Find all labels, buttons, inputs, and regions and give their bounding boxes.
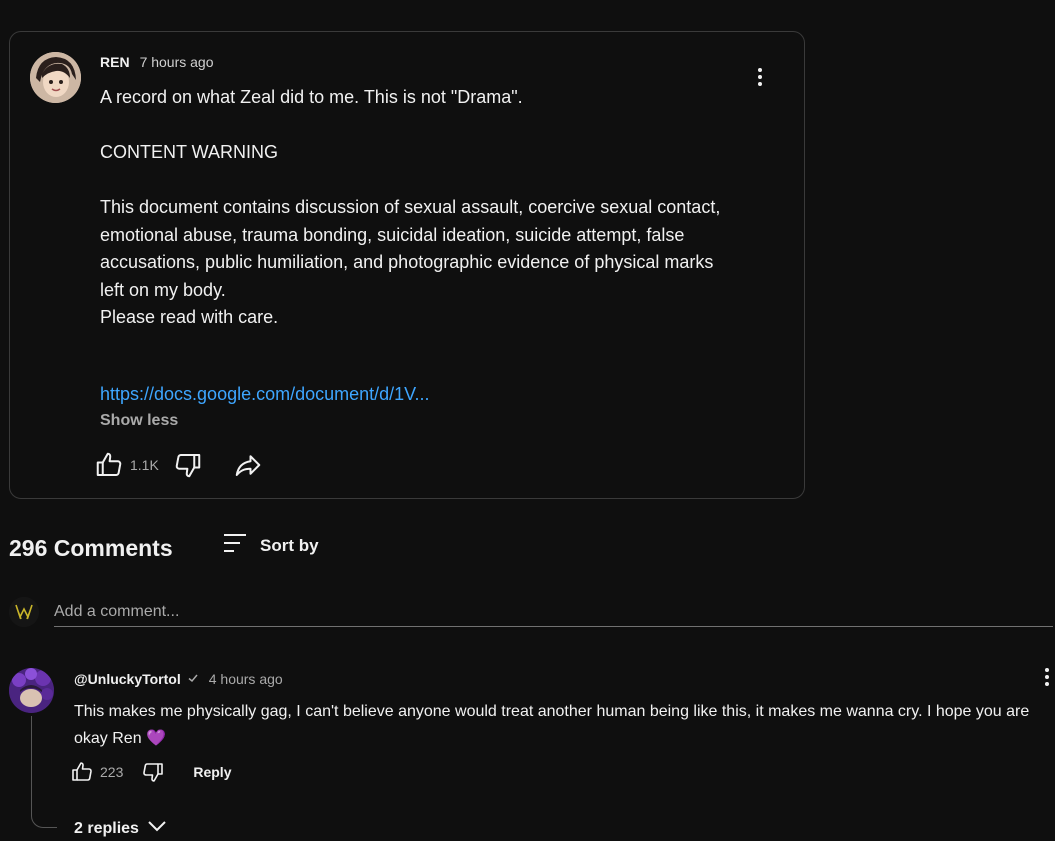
post-line: CONTENT WARNING <box>100 142 278 162</box>
post-timestamp[interactable]: 7 hours ago <box>140 54 214 70</box>
post-line: Please read with care. <box>100 307 279 327</box>
sort-by-label: Sort by <box>260 535 319 555</box>
thumb-down-icon[interactable] <box>173 450 203 480</box>
post-card: REN 7 hours ago A record on what Zeal di… <box>9 31 805 499</box>
post-line: This document contains discussion of sex… <box>100 197 721 300</box>
add-comment-input[interactable] <box>54 598 1053 627</box>
author-avatar[interactable] <box>30 52 81 103</box>
post-actions: 1.1K <box>94 450 263 480</box>
commenter-avatar[interactable] <box>9 668 54 713</box>
post-header: REN 7 hours ago <box>100 54 214 70</box>
comment-actions: 223 Reply <box>70 760 231 784</box>
chevron-down-icon <box>147 819 167 838</box>
comment-text: This makes me physically gag, I can't be… <box>74 703 1030 747</box>
comment-header: @UnluckyTortol 4 hours ago <box>74 671 283 687</box>
comment-like-count: 223 <box>100 764 124 780</box>
post-line <box>100 167 760 195</box>
view-replies-button[interactable]: 2 replies <box>74 819 167 838</box>
post-line: A record on what Zeal did to me. This is… <box>100 87 523 107</box>
comment-timestamp[interactable]: 4 hours ago <box>209 671 283 687</box>
thread-connector <box>31 716 57 828</box>
show-less-button[interactable]: Show less <box>100 412 178 430</box>
thumb-up-icon[interactable] <box>94 450 124 480</box>
like-count: 1.1K <box>130 457 159 473</box>
thumb-up-icon[interactable] <box>70 760 94 784</box>
document-link[interactable]: https://docs.google.com/document/d/1V... <box>100 384 430 405</box>
sort-by-button[interactable]: Sort by <box>222 532 319 559</box>
share-icon[interactable] <box>233 450 263 480</box>
comment-author[interactable]: @UnluckyTortol <box>74 671 181 687</box>
post-line <box>100 112 760 140</box>
comments-count-title: 296 Comments <box>9 535 173 561</box>
post-author[interactable]: REN <box>100 54 130 70</box>
current-user-avatar <box>9 597 39 627</box>
post-body: A record on what Zeal did to me. This is… <box>100 84 760 332</box>
reply-button[interactable]: Reply <box>193 764 231 780</box>
more-vert-icon[interactable] <box>1045 668 1049 686</box>
sort-icon <box>222 532 248 559</box>
thumb-down-icon[interactable] <box>141 760 165 784</box>
replies-label: 2 replies <box>74 819 139 837</box>
checkmark-icon <box>187 671 199 687</box>
